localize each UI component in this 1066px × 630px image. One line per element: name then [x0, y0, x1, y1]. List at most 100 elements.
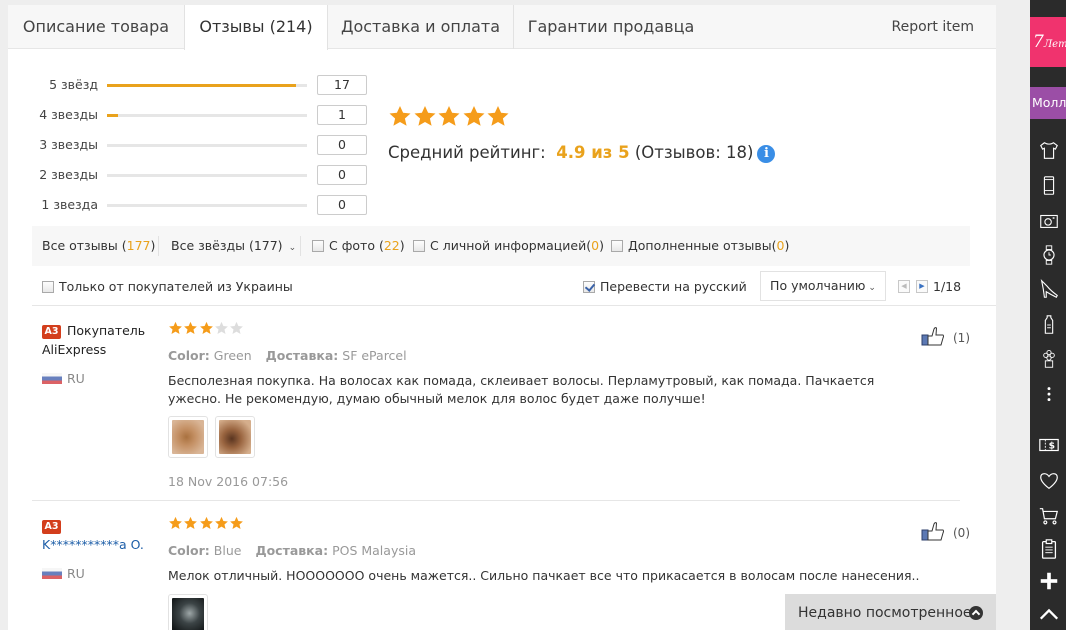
filter-additional-reviews[interactable]: Дополненные отзывы(0) [611, 226, 789, 266]
cart-icon[interactable] [1038, 505, 1060, 527]
russia-flag-icon [42, 568, 62, 579]
reviewer-name-line1: K***********a O. [42, 537, 144, 552]
review-meta: Color: Blue Доставка: POS Malaysia [168, 543, 416, 558]
review-photo [172, 598, 204, 630]
color-value: Blue [213, 543, 242, 558]
translate-option[interactable]: Перевести на русский [583, 269, 747, 305]
rating-breakdown-row[interactable]: 5 звёзд 17 [8, 75, 378, 95]
tab-reviews[interactable]: Отзывы (214) [184, 5, 328, 50]
watch-icon[interactable] [1038, 244, 1060, 266]
report-item-link[interactable]: Report item [892, 5, 975, 49]
rating-count: 1 [317, 105, 367, 125]
translate-checkbox[interactable] [583, 281, 595, 293]
shipping-value: POS Malaysia [332, 543, 416, 558]
flower-pot-icon[interactable] [1038, 348, 1060, 370]
star-icon [389, 106, 411, 126]
tab-seller-guarantee[interactable]: Гарантии продавца [514, 5, 708, 49]
info-icon[interactable]: i [757, 145, 776, 163]
filter-with-photo[interactable]: С фото (22) [312, 226, 405, 266]
recently-viewed-label: Недавно посмотренное [798, 605, 972, 621]
review-photo [219, 420, 251, 454]
personal-info-count: 0 [591, 238, 600, 253]
rating-breakdown-row[interactable]: 1 звезда 0 [8, 195, 378, 215]
review-photo-thumbnail[interactable] [215, 416, 255, 458]
rating-level-label: 3 звезды [39, 137, 98, 152]
filter-personal-info[interactable]: С личной информацией(0) [413, 226, 604, 266]
rating-count: 0 [317, 135, 367, 155]
rating-count: 17 [317, 75, 367, 95]
tab-bar: Описание товара Отзывы (214) Доставка и … [8, 5, 996, 50]
phone-icon[interactable] [1038, 175, 1060, 197]
reviewer-name[interactable]: A3 K***********a O. [42, 516, 172, 554]
rating-breakdown-row[interactable]: 2 звезды 0 [8, 165, 378, 185]
reviewer-name-line1: Покупатель [67, 323, 146, 338]
average-rating-value: 4.9 из 5 [556, 143, 630, 162]
divider [158, 236, 159, 256]
ukraine-only-option[interactable]: Только от покупателей из Украины [42, 269, 293, 305]
recently-viewed-button[interactable]: Недавно посмотренное [785, 594, 996, 630]
shoe-icon[interactable] [1038, 278, 1060, 300]
mall-link[interactable]: Молл [1030, 87, 1066, 119]
ukraine-only-label: Только от покупателей из Украины [59, 279, 293, 294]
paren: ) [599, 238, 604, 253]
chevron-down-icon: ⌄ [868, 283, 876, 293]
reviewer-info: A3 K***********a O. [42, 516, 172, 554]
rating-bar-track [107, 144, 307, 147]
additional-reviews-label: Дополненные отзывы( [628, 238, 777, 253]
average-rating-stars [388, 104, 511, 128]
baby-bottle-icon[interactable] [1038, 314, 1060, 336]
filter-all-reviews[interactable]: Все отзывы (177) [42, 226, 155, 266]
prev-page-button[interactable]: ◀ [898, 280, 910, 293]
review-options-row: Только от покупателей из Украины Перевес… [32, 269, 970, 305]
chevron-up-icon[interactable] [1038, 604, 1060, 626]
thumbs-up-icon [921, 522, 944, 541]
rating-bar-track [107, 114, 307, 117]
buyer-level-badge: A3 [42, 325, 61, 339]
star-icon [487, 106, 509, 126]
reviewer-country: RU [42, 371, 85, 386]
more-icon[interactable] [1038, 384, 1060, 406]
camera-icon[interactable] [1038, 210, 1060, 232]
shipping-label: Доставка: [255, 543, 329, 558]
star-empty-icon [230, 321, 244, 334]
heart-icon[interactable] [1038, 470, 1060, 492]
shipping-label: Доставка: [265, 348, 339, 363]
rating-breakdown-row[interactable]: 3 звезды 0 [8, 135, 378, 155]
with-photo-count: 22 [383, 238, 400, 253]
review-photo-thumbnail[interactable] [168, 416, 208, 458]
star-filled-icon [169, 321, 182, 334]
helpful-button[interactable]: (0) [921, 521, 970, 541]
tab-delivery[interactable]: Доставка и оплата [328, 5, 514, 49]
filter-all-stars-dropdown[interactable]: Все звёзды (177) ⌄ [171, 226, 296, 266]
shipping-value: SF eParcel [342, 348, 407, 363]
personal-info-checkbox[interactable] [413, 240, 425, 252]
helpful-button[interactable]: (1) [921, 326, 970, 346]
coupon-icon[interactable]: $ [1038, 434, 1060, 456]
review-photo-thumbnail[interactable] [168, 594, 208, 630]
tshirt-icon[interactable] [1038, 140, 1060, 162]
review-text: Бесполезная покупка. На волосах как пома… [168, 373, 875, 406]
plus-icon[interactable] [1038, 570, 1060, 592]
anniversary-banner[interactable]: 7Лет [1030, 17, 1066, 67]
thumbs-up-icon [921, 327, 944, 346]
clipboard-icon[interactable] [1038, 538, 1060, 560]
tab-description[interactable]: Описание товара [8, 5, 185, 49]
with-photo-checkbox[interactable] [312, 240, 324, 252]
star-icon [463, 106, 484, 126]
ukraine-only-checkbox[interactable] [42, 281, 54, 293]
next-page-button[interactable]: ▶ [916, 280, 928, 293]
review-photo [172, 420, 204, 454]
product-details-panel: Описание товара Отзывы (214) Доставка и … [8, 5, 996, 630]
rating-count: 0 [317, 165, 367, 185]
review-text: Мелок отличный. НООООООО очень мажется..… [168, 568, 920, 583]
review-item: A3 Покупатель AliExpress RU Color: Green До… [32, 321, 970, 491]
rating-breakdown-row[interactable]: 4 звезды 1 [8, 105, 378, 125]
paren: ) [399, 238, 405, 253]
sort-select[interactable]: По умолчанию ⌄ [760, 271, 886, 301]
reviewer-name[interactable]: A3 Покупатель AliExpress [42, 321, 162, 359]
filter-all-stars-label: Все звёзды (177) [171, 238, 283, 253]
additional-reviews-checkbox[interactable] [611, 240, 623, 252]
color-value: Green [213, 348, 252, 363]
rating-level-label: 5 звёзд [49, 77, 98, 92]
translate-label: Перевести на русский [600, 279, 747, 294]
